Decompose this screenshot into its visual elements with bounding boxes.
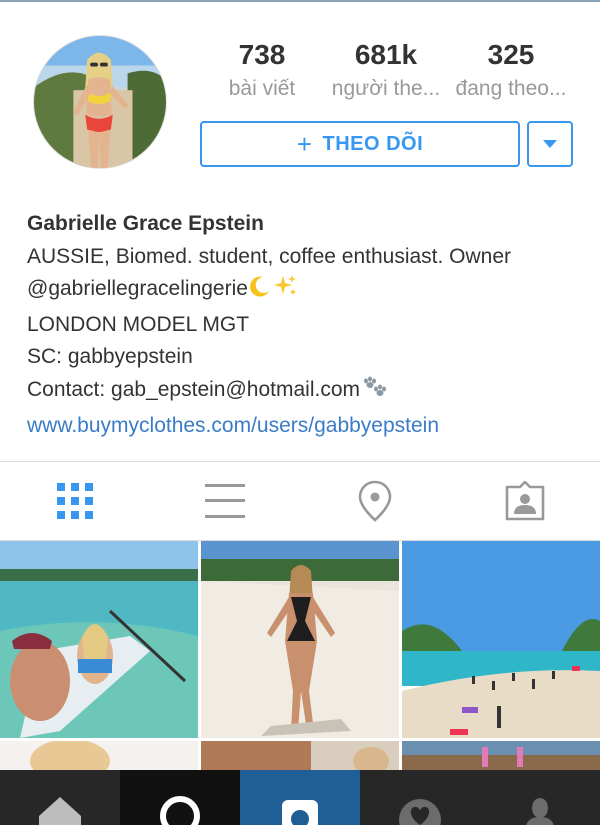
paw-prints-icon bbox=[360, 375, 388, 410]
home-icon bbox=[39, 797, 81, 825]
grid-photo[interactable] bbox=[402, 741, 600, 770]
followers-count: 681k bbox=[354, 39, 418, 70]
plus-icon: + bbox=[296, 129, 313, 159]
grid-photo[interactable] bbox=[402, 541, 600, 738]
tab-location[interactable] bbox=[300, 462, 450, 540]
grid-photo[interactable] bbox=[0, 541, 198, 738]
suggestions-dropdown-button[interactable] bbox=[527, 121, 573, 167]
grid-photo[interactable] bbox=[0, 741, 198, 770]
profile-bio: Gabrielle Grace Epstein AUSSIE, Biomed. … bbox=[27, 208, 587, 442]
nav-activity[interactable] bbox=[360, 770, 480, 825]
posts-stat[interactable]: 738 bài viết bbox=[222, 38, 302, 104]
following-stat[interactable]: 325 đang theo... bbox=[448, 38, 574, 104]
list-icon bbox=[205, 484, 245, 518]
bio-mention[interactable]: @gabriellegracelingerie bbox=[27, 277, 248, 300]
follow-button-label: THEO DÕI bbox=[322, 132, 424, 155]
posts-count: 738 bbox=[238, 39, 286, 70]
bio-contact: Contact: gab_epstein@hotmail.com bbox=[27, 377, 360, 401]
grid-photo[interactable] bbox=[201, 741, 399, 770]
tab-grid[interactable] bbox=[0, 462, 150, 540]
followers-stat[interactable]: 681k người the... bbox=[322, 38, 450, 104]
top-rule bbox=[0, 0, 600, 2]
nav-profile[interactable] bbox=[480, 770, 600, 825]
camera-icon bbox=[282, 800, 318, 825]
following-label: đang theo... bbox=[455, 77, 567, 100]
profile-icon bbox=[526, 798, 554, 825]
search-icon bbox=[160, 796, 200, 825]
chevron-down-icon bbox=[543, 140, 557, 148]
bio-line-4: SC: gabbyepstein bbox=[27, 345, 193, 369]
crescent-moon-icon bbox=[248, 274, 272, 309]
bio-line-5: Contact: gab_epstein@hotmail.com bbox=[27, 374, 587, 410]
profile-view-tabs bbox=[0, 462, 600, 540]
avatar-photo bbox=[34, 36, 166, 168]
followers-label: người the... bbox=[331, 77, 441, 100]
profile-website-link[interactable]: www.buymyclothes.com/users/gabbyepstein bbox=[27, 410, 587, 443]
sparkles-icon bbox=[272, 274, 298, 309]
bio-line-2: @gabriellegracelingerie bbox=[27, 273, 587, 309]
follow-button[interactable]: + THEO DÕI bbox=[200, 121, 520, 167]
tagged-person-icon bbox=[505, 481, 545, 521]
avatar[interactable] bbox=[33, 35, 167, 169]
bio-line-1: AUSSIE, Biomed. student, coffee enthusia… bbox=[27, 244, 512, 268]
grid-photo[interactable] bbox=[201, 541, 399, 738]
location-pin-icon bbox=[358, 480, 392, 522]
bottom-navigation bbox=[0, 770, 600, 825]
following-count: 325 bbox=[487, 39, 535, 70]
nav-search[interactable] bbox=[120, 770, 240, 825]
tab-list[interactable] bbox=[150, 462, 300, 540]
nav-home[interactable] bbox=[0, 770, 120, 825]
tab-tagged[interactable] bbox=[450, 462, 600, 540]
grid-icon bbox=[57, 483, 93, 519]
profile-name: Gabrielle Grace Epstein bbox=[27, 212, 264, 235]
heart-icon bbox=[399, 799, 441, 825]
bio-line-3: LONDON MODEL MGT bbox=[27, 312, 250, 336]
nav-camera[interactable] bbox=[240, 770, 360, 825]
posts-label: bài viết bbox=[228, 77, 296, 100]
